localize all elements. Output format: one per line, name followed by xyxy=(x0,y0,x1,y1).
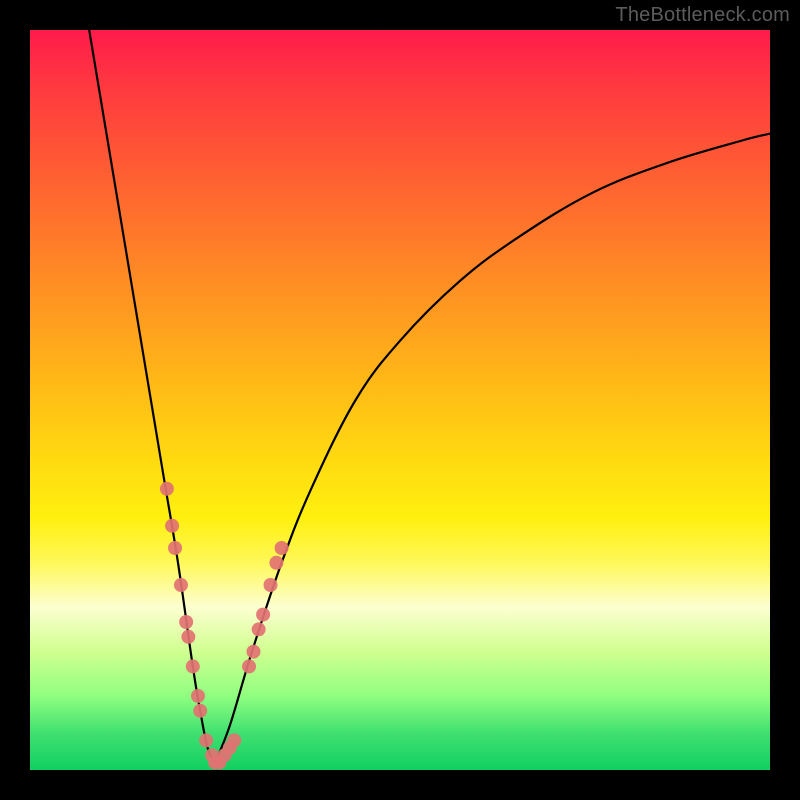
curve-left-branch xyxy=(89,30,215,763)
outer-frame: TheBottleneck.com xyxy=(0,0,800,800)
data-marker xyxy=(193,704,207,718)
plot-area xyxy=(30,30,770,770)
data-marker xyxy=(199,733,213,747)
data-marker xyxy=(174,578,188,592)
data-marker xyxy=(186,659,200,673)
data-markers xyxy=(160,482,289,770)
data-marker xyxy=(168,541,182,555)
curve-right-branch xyxy=(215,134,770,763)
data-marker xyxy=(246,645,260,659)
data-marker xyxy=(256,608,270,622)
watermark-text: TheBottleneck.com xyxy=(615,4,790,27)
data-marker xyxy=(242,659,256,673)
data-marker xyxy=(179,615,193,629)
data-marker xyxy=(264,578,278,592)
data-marker xyxy=(160,482,174,496)
data-marker xyxy=(252,622,266,636)
data-marker xyxy=(227,733,241,747)
chart-svg xyxy=(30,30,770,770)
data-marker xyxy=(269,556,283,570)
curve-group xyxy=(89,30,770,763)
data-marker xyxy=(191,689,205,703)
data-marker xyxy=(181,630,195,644)
data-marker xyxy=(275,541,289,555)
data-marker xyxy=(165,519,179,533)
